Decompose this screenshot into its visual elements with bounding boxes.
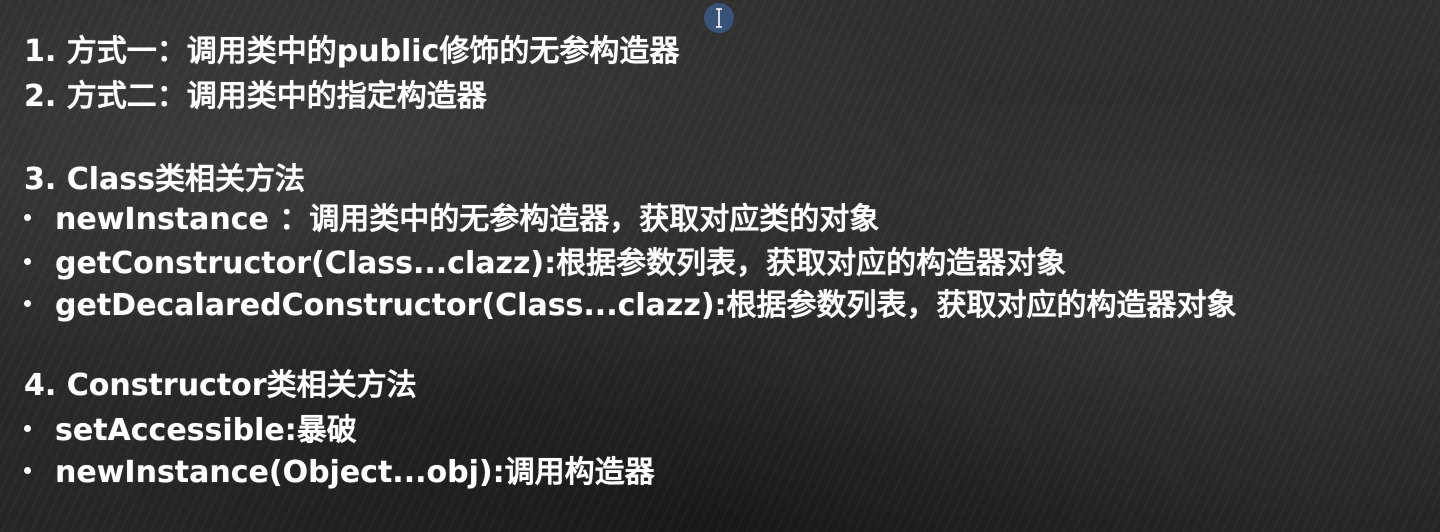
bullet-item-constructor-newinstance: newInstance(Object...obj):调用构造器 <box>24 454 655 492</box>
section-heading-constructor-methods: 4. Constructor类相关方法 <box>24 368 417 403</box>
bullet-dot <box>24 425 31 432</box>
bullet-dot <box>24 467 31 474</box>
bullet-item-getconstructor: getConstructor(Class...clazz):根据参数列表，获取对… <box>24 245 1066 283</box>
text-cursor-icon <box>716 8 722 28</box>
bullet-text: getDecalaredConstructor(Class...clazz):根… <box>55 288 1237 323</box>
item-method-two: 2. 方式二：调用类中的指定构造器 <box>24 79 487 114</box>
bullet-text: setAccessible:暴破 <box>55 413 357 448</box>
bullet-text: getConstructor(Class...clazz):根据参数列表，获取对… <box>55 246 1067 281</box>
bullet-dot <box>24 258 31 265</box>
bullet-item-newinstance: newInstance ：调用类中的无参构造器，获取对应类的对象 <box>24 201 879 239</box>
bullet-dot <box>24 300 31 307</box>
section-heading-class-methods: 3. Class类相关方法 <box>24 162 305 197</box>
item-method-one: 1. 方式一：调用类中的public修饰的无参构造器 <box>24 34 680 69</box>
bullet-item-getdeclaredconstructor: getDecalaredConstructor(Class...clazz):根… <box>24 287 1237 325</box>
bullet-text: newInstance(Object...obj):调用构造器 <box>55 455 655 490</box>
bullet-dot <box>24 214 31 221</box>
bullet-item-setaccessible: setAccessible:暴破 <box>24 412 357 450</box>
bullet-text: newInstance ：调用类中的无参构造器，获取对应类的对象 <box>55 202 880 237</box>
